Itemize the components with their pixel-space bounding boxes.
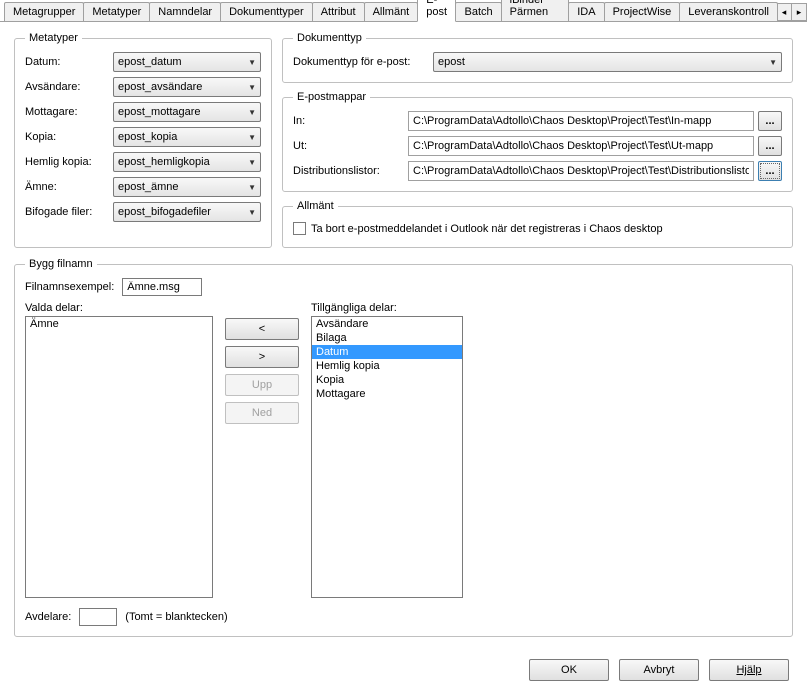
- help-button[interactable]: Hjälp: [709, 659, 789, 681]
- label-avsandare: Avsändare:: [25, 81, 113, 93]
- bygg-legend: Bygg filnamn: [25, 258, 97, 270]
- chevron-right-icon: ▸: [797, 7, 802, 18]
- input-ut[interactable]: [408, 136, 754, 156]
- browse-ut-button[interactable]: ...: [758, 136, 782, 156]
- combo-avsandare[interactable]: epost_avsändare▼: [113, 77, 261, 97]
- checkbox-tabort[interactable]: [293, 222, 306, 235]
- list-item[interactable]: Avsändare: [312, 317, 462, 331]
- tab-ida[interactable]: IDA: [568, 2, 604, 21]
- checkbox-tabort-label: Ta bort e-postmeddelandet i Outlook när …: [311, 223, 663, 235]
- list-item[interactable]: Kopia: [312, 373, 462, 387]
- tab-leveranskontroll[interactable]: Leveranskontroll: [679, 2, 778, 21]
- allmant-group: Allmänt Ta bort e-postmeddelandet i Outl…: [282, 200, 793, 248]
- dokumenttyp-legend: Dokumenttyp: [293, 32, 366, 44]
- label-tillg: Tillgängliga delar:: [311, 302, 463, 314]
- move-right-button[interactable]: >: [225, 346, 299, 368]
- combo-mottagare[interactable]: epost_mottagare▼: [113, 102, 261, 122]
- combo-hemligkopia[interactable]: epost_hemligkopia▼: [113, 152, 261, 172]
- combo-amne[interactable]: epost_ämne▼: [113, 177, 261, 197]
- tab-metagrupper[interactable]: Metagrupper: [4, 2, 84, 21]
- input-in[interactable]: [408, 111, 754, 131]
- tab-projectwise[interactable]: ProjectWise: [604, 2, 681, 21]
- ok-button[interactable]: OK: [529, 659, 609, 681]
- listbox-valda[interactable]: Ämne: [25, 316, 213, 598]
- label-avdelare: Avdelare:: [25, 611, 71, 623]
- chevron-down-icon: ▼: [769, 58, 777, 67]
- label-doktyp: Dokumenttyp för e-post:: [293, 56, 433, 68]
- combo-bifogade[interactable]: epost_bifogadefiler▼: [113, 202, 261, 222]
- label-ut: Ut:: [293, 140, 408, 152]
- metatyper-legend: Metatyper: [25, 32, 82, 44]
- dokumenttyp-group: Dokumenttyp Dokumenttyp för e-post: epos…: [282, 32, 793, 83]
- tab-allmant[interactable]: Allmänt: [364, 2, 419, 21]
- chevron-left-icon: ◂: [782, 7, 787, 18]
- label-hemligkopia: Hemlig kopia:: [25, 156, 113, 168]
- input-avdelare[interactable]: [79, 608, 117, 626]
- tab-scroll-right[interactable]: ▸: [791, 3, 807, 21]
- label-amne: Ämne:: [25, 181, 113, 193]
- tab-batch[interactable]: Batch: [455, 2, 501, 21]
- label-kopia: Kopia:: [25, 131, 113, 143]
- chevron-down-icon: ▼: [248, 133, 256, 142]
- label-filex: Filnamnsexempel:: [25, 281, 114, 293]
- tab-attribut[interactable]: Attribut: [312, 2, 365, 21]
- chevron-down-icon: ▼: [248, 58, 256, 67]
- list-item[interactable]: Bilaga: [312, 331, 462, 345]
- combo-datum[interactable]: epost_datum▼: [113, 52, 261, 72]
- label-in: In:: [293, 115, 408, 127]
- label-datum: Datum:: [25, 56, 113, 68]
- bygg-filnamn-group: Bygg filnamn Filnamnsexempel: Valda dela…: [14, 258, 793, 637]
- tab-dokumenttyper[interactable]: Dokumenttyper: [220, 2, 313, 21]
- chevron-down-icon: ▼: [248, 83, 256, 92]
- metatyper-group: Metatyper Datum:epost_datum▼ Avsändare:e…: [14, 32, 272, 248]
- listbox-tillg[interactable]: Avsändare Bilaga Datum Hemlig kopia Kopi…: [311, 316, 463, 598]
- tab-metatyper[interactable]: Metatyper: [83, 2, 150, 21]
- move-left-button[interactable]: <: [225, 318, 299, 340]
- label-bifogade: Bifogade filer:: [25, 206, 113, 218]
- chevron-down-icon: ▼: [248, 108, 256, 117]
- tab-scroll-left[interactable]: ◂: [776, 3, 792, 21]
- browse-in-button[interactable]: ...: [758, 111, 782, 131]
- label-valda: Valda delar:: [25, 302, 213, 314]
- move-down-button[interactable]: Ned: [225, 402, 299, 424]
- label-mottagare: Mottagare:: [25, 106, 113, 118]
- tab-bar: Metagrupper Metatyper Namndelar Dokument…: [0, 0, 807, 22]
- chevron-down-icon: ▼: [248, 158, 256, 167]
- list-item[interactable]: Ämne: [26, 317, 212, 331]
- epostmappar-group: E-postmappar In: ... Ut: ... Distributio…: [282, 91, 793, 192]
- dialog-buttons: OK Avbryt Hjälp: [0, 647, 807, 693]
- combo-doktyp[interactable]: epost▼: [433, 52, 782, 72]
- tab-ibinder[interactable]: iBinder Pärmen: [501, 0, 570, 21]
- list-item[interactable]: Mottagare: [312, 387, 462, 401]
- input-distlistor[interactable]: [408, 161, 754, 181]
- combo-kopia[interactable]: epost_kopia▼: [113, 127, 261, 147]
- chevron-down-icon: ▼: [248, 183, 256, 192]
- label-distlistor: Distributionslistor:: [293, 165, 408, 177]
- cancel-button[interactable]: Avbryt: [619, 659, 699, 681]
- chevron-down-icon: ▼: [248, 208, 256, 217]
- hint-avdelare: (Tomt = blanktecken): [125, 611, 227, 623]
- tab-epost[interactable]: E-post: [417, 0, 456, 22]
- epostmappar-legend: E-postmappar: [293, 91, 370, 103]
- tab-namndelar[interactable]: Namndelar: [149, 2, 221, 21]
- list-item[interactable]: Hemlig kopia: [312, 359, 462, 373]
- input-filex[interactable]: [122, 278, 202, 296]
- move-up-button[interactable]: Upp: [225, 374, 299, 396]
- browse-distlistor-button[interactable]: ...: [758, 161, 782, 181]
- allmant-legend: Allmänt: [293, 200, 338, 212]
- list-item[interactable]: Datum: [312, 345, 462, 359]
